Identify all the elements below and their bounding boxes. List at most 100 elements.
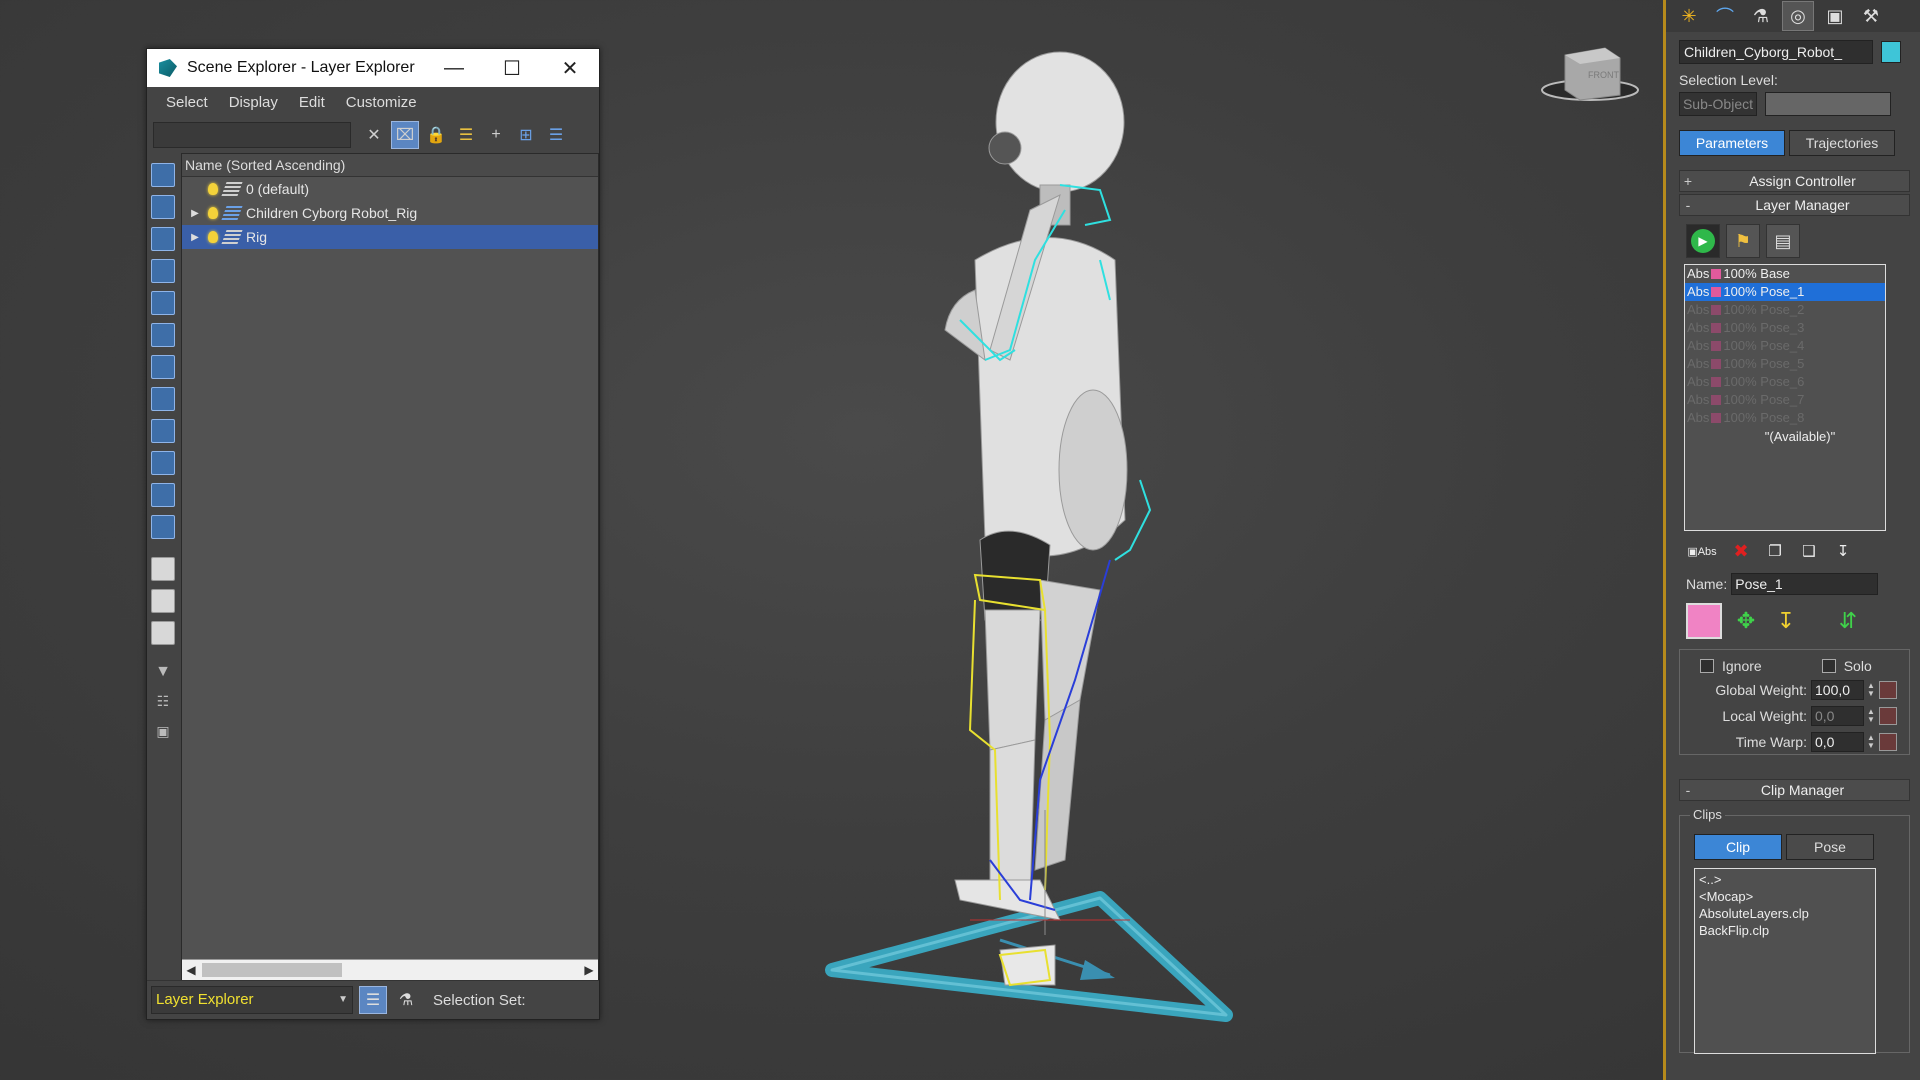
geometry-filter-icon[interactable] [151, 195, 175, 219]
ignore-checkbox[interactable] [1700, 659, 1714, 673]
layer-item-pose-8[interactable]: Abs 100% Pose_8 [1685, 409, 1885, 427]
close-button[interactable]: ✕ [541, 49, 599, 87]
layer-item-pose-2[interactable]: Abs 100% Pose_2 [1685, 301, 1885, 319]
modify-tab-icon[interactable]: ⌒ [1710, 2, 1740, 30]
spinner-icon[interactable]: ▲ ▼ [1867, 734, 1875, 750]
trajectories-button[interactable]: Trajectories [1789, 130, 1895, 156]
display-all-icon[interactable] [151, 163, 175, 187]
display-children-icon[interactable] [151, 557, 175, 581]
layer-item-pose-4[interactable]: Abs 100% Pose_4 [1685, 337, 1885, 355]
list-item[interactable]: AbsoluteLayers.clp [1699, 905, 1871, 922]
hierarchy-mode-icon[interactable]: ⚗ [393, 987, 419, 1013]
layer-name-field[interactable]: Pose_1 [1731, 573, 1879, 595]
save-pose-icon[interactable]: ↧ [1770, 605, 1802, 637]
layer-manager-rollout[interactable]: - Layer Manager [1679, 194, 1910, 216]
shapes-filter-icon[interactable] [151, 227, 175, 251]
animate-key-icon[interactable] [1879, 707, 1897, 725]
global-weight-input[interactable]: 100,0 [1811, 680, 1864, 700]
spinner-icon[interactable]: ▲ ▼ [1867, 708, 1875, 724]
list-item[interactable]: BackFlip.clp [1699, 922, 1871, 939]
layer-color-button[interactable] [1686, 603, 1722, 639]
filter-funnel-icon[interactable]: ▼ [152, 663, 174, 685]
layer-item-pose-6[interactable]: Abs 100% Pose_6 [1685, 373, 1885, 391]
move-layer-up-down-icon[interactable]: ⇵ [1832, 605, 1864, 637]
bones-filter-icon[interactable] [151, 451, 175, 475]
horizontal-scrollbar[interactable]: ◀ ▶ [182, 959, 598, 980]
display-tab-icon[interactable]: ▣ [1820, 2, 1850, 30]
clip-button[interactable]: Clip [1694, 834, 1782, 860]
layer-item-pose-1[interactable]: Abs 100% Pose_1 [1685, 283, 1885, 301]
display-references-icon[interactable] [151, 589, 175, 613]
scroll-thumb[interactable] [202, 963, 342, 977]
copy-layer-icon[interactable]: ❐ [1760, 537, 1790, 565]
scene-explorer-window[interactable]: Scene Explorer - Layer Explorer — ☐ ✕ Se… [146, 48, 600, 1020]
clear-search-icon[interactable]: ✕ [361, 122, 387, 148]
lightbulb-icon[interactable] [208, 183, 218, 195]
delete-layer-icon[interactable]: ✖ [1726, 537, 1756, 565]
parameters-button[interactable]: Parameters [1679, 130, 1785, 156]
clip-list[interactable]: <..> <Mocap> AbsoluteLayers.clp BackFlip… [1694, 868, 1876, 1054]
display-dependents-icon[interactable] [151, 621, 175, 645]
utilities-tab-icon[interactable]: ⚒ [1856, 2, 1886, 30]
available-slot[interactable]: "(Available)" [1685, 427, 1885, 447]
lightbulb-icon[interactable] [208, 207, 218, 219]
layer-mode-icon[interactable]: ☰ [359, 986, 387, 1014]
sub-object-dropdown[interactable] [1765, 92, 1891, 116]
layer-settings-icon[interactable]: ▤ [1766, 224, 1800, 258]
menu-edit[interactable]: Edit [299, 94, 325, 111]
column-header-name[interactable]: Name (Sorted Ascending) [182, 154, 598, 177]
layer-item-base[interactable]: Abs 100% Base [1685, 265, 1885, 283]
layer-add-icon[interactable]: ☰ [453, 122, 479, 148]
xrefs-filter-icon[interactable] [151, 419, 175, 443]
create-layer-icon[interactable]: + [483, 122, 509, 148]
list-item[interactable]: <Mocap> [1699, 888, 1871, 905]
lock-icon[interactable]: 🔒 [423, 122, 449, 148]
expand-arrow-icon[interactable]: ▶ [188, 232, 202, 243]
create-tab-icon[interactable]: ✳ [1674, 2, 1704, 30]
hierarchy-tab-icon[interactable]: ⚗ [1746, 2, 1776, 30]
groups-filter-icon[interactable] [151, 387, 175, 411]
spinner-icon[interactable]: ▲ ▼ [1867, 682, 1875, 698]
scene-explorer-titlebar[interactable]: Scene Explorer - Layer Explorer — ☐ ✕ [147, 49, 599, 87]
tree-row-children-cyborg[interactable]: ▶ Children Cyborg Robot_Rig [182, 201, 598, 225]
animate-key-icon[interactable] [1879, 733, 1897, 751]
explorer-mode-dropdown[interactable]: Layer Explorer ▼ [151, 986, 353, 1014]
layer-item-pose-5[interactable]: Abs 100% Pose_5 [1685, 355, 1885, 373]
layer-item-pose-7[interactable]: Abs 100% Pose_7 [1685, 391, 1885, 409]
maximize-button[interactable]: ☐ [483, 49, 541, 87]
add-to-layer-icon[interactable]: ⊞ [513, 122, 539, 148]
filter-options-icon[interactable]: ☷ [152, 693, 174, 715]
clip-manager-rollout[interactable]: - Clip Manager [1679, 779, 1910, 801]
frozen-filter-icon[interactable] [151, 515, 175, 539]
motion-tab-icon[interactable]: ◎ [1782, 1, 1814, 31]
lights-filter-icon[interactable] [151, 259, 175, 283]
object-color-swatch[interactable] [1881, 41, 1901, 63]
menu-display[interactable]: Display [229, 94, 278, 111]
animate-key-icon[interactable] [1879, 681, 1897, 699]
paste-layer-icon[interactable]: ❑ [1794, 537, 1824, 565]
expand-arrow-icon[interactable]: ▶ [188, 208, 202, 219]
menu-customize[interactable]: Customize [346, 94, 417, 111]
viewcube[interactable]: FRONT [1541, 47, 1639, 101]
spacewarps-filter-icon[interactable] [151, 355, 175, 379]
lightbulb-icon[interactable] [208, 231, 218, 243]
containers-filter-icon[interactable] [151, 483, 175, 507]
filter-collapse-icon[interactable]: ▣ [152, 723, 174, 745]
sub-object-button[interactable]: Sub-Object [1679, 92, 1757, 116]
cameras-filter-icon[interactable] [151, 291, 175, 315]
biped-icon[interactable]: ⚑ [1726, 224, 1760, 258]
animation-layer-list[interactable]: Abs 100% Base Abs 100% Pose_1 Abs 100% Pose… [1684, 264, 1886, 531]
object-name-field[interactable]: Children_Cyborg_Robot_ [1679, 40, 1873, 64]
filter-toggle-icon[interactable]: ⌧ [391, 121, 419, 149]
time-warp-input[interactable]: 0,0 [1811, 732, 1864, 752]
move-keys-icon[interactable]: ✥ [1730, 605, 1762, 637]
collapse-layer-icon[interactable]: ↧ [1828, 537, 1858, 565]
tree-row-rig[interactable]: ▶ Rig [182, 225, 598, 249]
layer-item-pose-3[interactable]: Abs 100% Pose_3 [1685, 319, 1885, 337]
menu-select[interactable]: Select [166, 94, 208, 111]
list-item[interactable]: <..> [1699, 871, 1871, 888]
select-layer-icon[interactable]: ☰ [543, 122, 569, 148]
pose-button[interactable]: Pose [1786, 834, 1874, 860]
tree-row-default[interactable]: 0 (default) [182, 177, 598, 201]
solo-checkbox[interactable] [1821, 659, 1836, 673]
